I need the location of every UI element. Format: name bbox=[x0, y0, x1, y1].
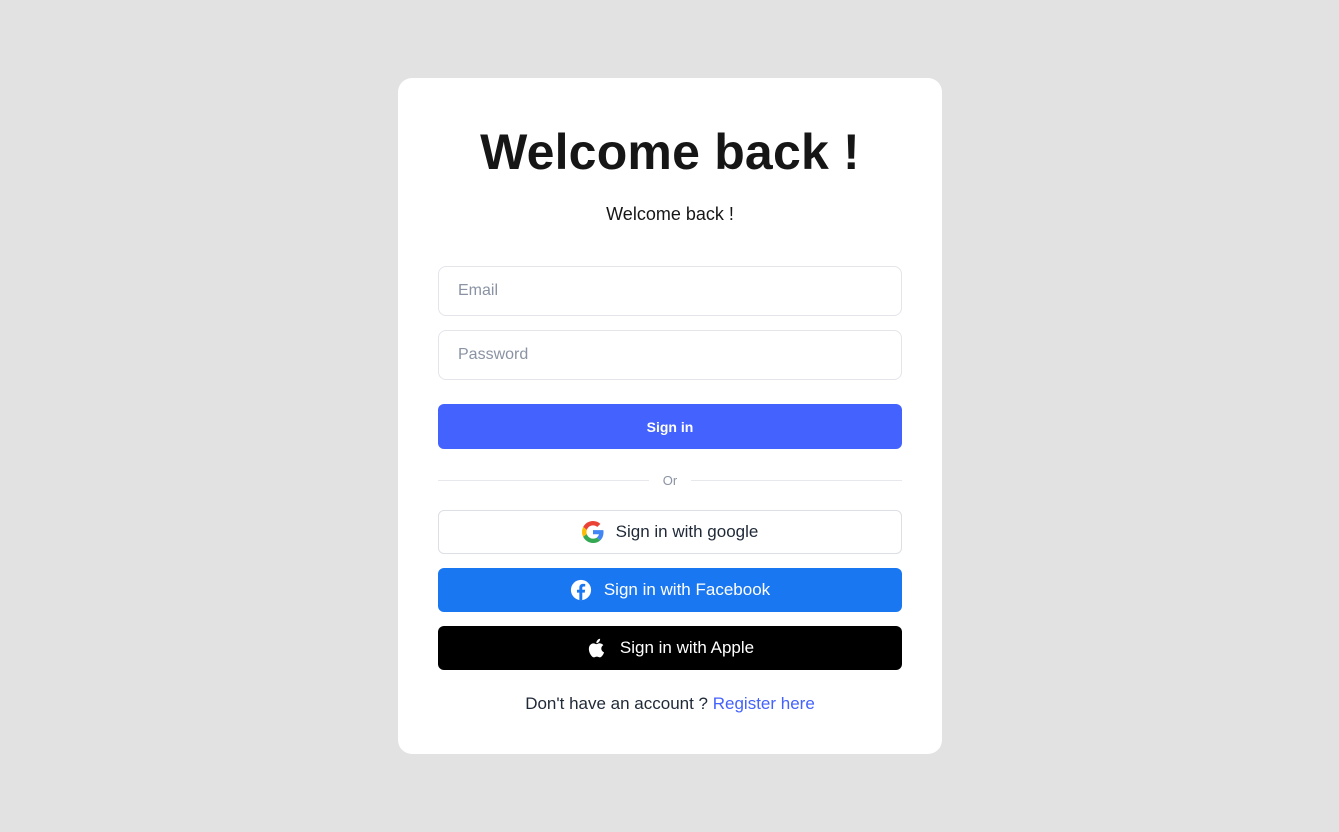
login-card: Welcome back ! Welcome back ! Sign in Or… bbox=[398, 78, 942, 754]
password-input[interactable] bbox=[438, 330, 902, 380]
apple-sign-in-button[interactable]: Sign in with Apple bbox=[438, 626, 902, 670]
sign-in-button[interactable]: Sign in bbox=[438, 404, 902, 449]
divider-line-left bbox=[438, 479, 649, 481]
google-button-label: Sign in with google bbox=[615, 522, 759, 541]
email-input[interactable] bbox=[438, 266, 902, 316]
divider-line-right bbox=[691, 479, 903, 481]
sign-in-button-label: Sign in bbox=[646, 418, 694, 435]
register-prompt: Don't have an account ? Register here bbox=[398, 692, 942, 716]
google-icon bbox=[581, 521, 604, 543]
facebook-icon bbox=[570, 579, 592, 601]
register-link[interactable]: Register here bbox=[713, 694, 815, 713]
page-title: Welcome back ! bbox=[480, 124, 860, 180]
divider-label: Or bbox=[662, 472, 678, 488]
or-divider: Or bbox=[438, 470, 903, 490]
apple-button-label: Sign in with Apple bbox=[619, 638, 755, 657]
register-prompt-text: Don't have an account ? bbox=[525, 694, 709, 713]
facebook-sign-in-button[interactable]: Sign in with Facebook bbox=[438, 568, 902, 612]
google-sign-in-button[interactable]: Sign in with google bbox=[438, 510, 902, 554]
apple-icon bbox=[586, 637, 608, 659]
facebook-button-label: Sign in with Facebook bbox=[603, 580, 771, 599]
page-subtitle: Welcome back ! bbox=[606, 204, 734, 224]
